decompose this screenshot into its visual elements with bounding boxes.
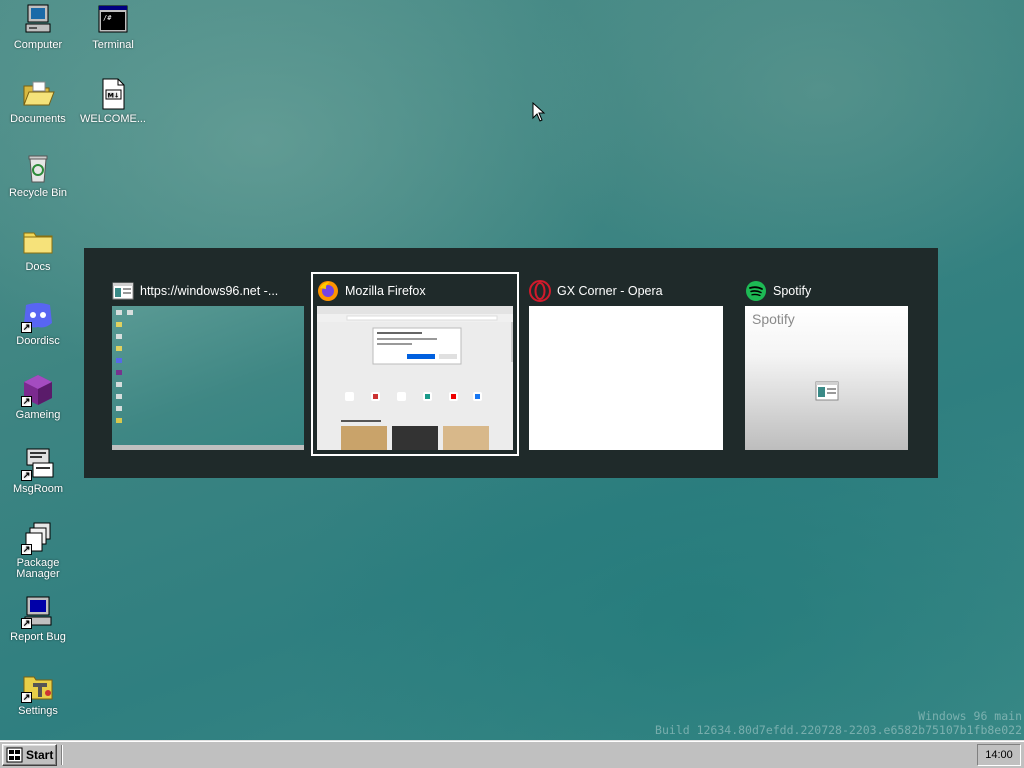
desktop-icon-label: Documents xyxy=(10,113,66,125)
window-icon xyxy=(112,280,134,302)
cube-icon: ↗ xyxy=(21,373,55,407)
task-title: Mozilla Firefox xyxy=(345,284,426,298)
shortcut-arrow-icon: ↗ xyxy=(21,544,32,555)
task-spotify[interactable]: Spotify Spotify xyxy=(739,272,914,456)
desktop-icon-label: Report Bug xyxy=(10,631,66,643)
task-title: Spotify xyxy=(773,284,812,298)
desktop-icon-gameing[interactable]: ↗ Gameing xyxy=(1,373,75,421)
open-folder-icon xyxy=(21,77,55,111)
watermark-line: Build 12634.80d7efdd.220728-2203.e6582b7… xyxy=(655,723,1022,737)
recycle-bin-icon xyxy=(21,151,55,185)
task-windows96[interactable]: https://windows96.net -... xyxy=(106,272,310,456)
task-title: https://windows96.net -... xyxy=(140,284,279,298)
build-watermark: Windows 96 main Build 12634.80d7efdd.220… xyxy=(655,709,1022,737)
task-preview-spotify: Spotify xyxy=(745,306,908,450)
task-preview-desktop xyxy=(112,306,304,450)
desktop-icon-label: Computer xyxy=(13,39,63,51)
desktop-icon-label: Gameing xyxy=(15,409,61,421)
desktop-icon-label: Docs xyxy=(25,261,51,273)
terminal-icon: /# xyxy=(96,3,130,37)
folder-icon xyxy=(21,225,55,259)
msgroom-icon: ↗ xyxy=(21,447,55,481)
task-opera[interactable]: GX Corner - Opera xyxy=(523,272,729,456)
taskbar-clock[interactable]: 14:00 xyxy=(977,744,1021,766)
task-header: Spotify xyxy=(745,280,908,302)
desktop-icon-package-manager[interactable]: ↗ Package Manager xyxy=(1,521,75,580)
task-header: https://windows96.net -... xyxy=(112,280,304,302)
task-header: GX Corner - Opera xyxy=(529,280,723,302)
shortcut-arrow-icon: ↗ xyxy=(21,618,32,629)
start-label: Start xyxy=(26,748,54,762)
firefox-icon xyxy=(317,280,339,302)
svg-text:M↓: M↓ xyxy=(108,92,120,100)
window-icon xyxy=(815,380,839,402)
opera-icon xyxy=(529,280,551,302)
desktop-icon-label: Terminal xyxy=(92,39,134,51)
taskbar: Start 14:00 xyxy=(0,740,1024,768)
desktop-icon-label: Settings xyxy=(18,705,58,717)
desktop-icon-docs[interactable]: Docs xyxy=(1,225,75,273)
desktop-icon-terminal[interactable]: /# Terminal xyxy=(76,3,150,51)
desktop-icon-computer[interactable]: Computer xyxy=(1,3,75,51)
computer-icon xyxy=(21,3,55,37)
desktop-icon-label: Package Manager xyxy=(16,557,60,580)
shortcut-arrow-icon: ↗ xyxy=(21,396,32,407)
settings-icon: ↗ xyxy=(21,669,55,703)
start-button[interactable]: Start xyxy=(2,744,57,766)
desktop-icon-welcome[interactable]: M↓ WELCOME... xyxy=(76,77,150,125)
package-manager-icon: ↗ xyxy=(21,521,55,555)
desktop-icon-report-bug[interactable]: ↗ Report Bug xyxy=(1,595,75,643)
task-header: Mozilla Firefox xyxy=(317,280,513,302)
start-logo-icon xyxy=(6,747,23,763)
spotify-preview-title: Spotify xyxy=(752,311,795,327)
watermark-line: Windows 96 main xyxy=(918,709,1022,723)
desktop-icon-recycle-bin[interactable]: Recycle Bin xyxy=(1,151,75,199)
desktop-icon-documents[interactable]: Documents xyxy=(1,77,75,125)
desktop-icon-doordisc[interactable]: ↗ Doordisc xyxy=(1,299,75,347)
desktop-icon-label: Doordisc xyxy=(16,335,60,347)
shortcut-arrow-icon: ↗ xyxy=(21,692,32,703)
mouse-cursor-icon xyxy=(532,102,546,122)
desktop-icon-label: MsgRoom xyxy=(12,483,64,495)
shortcut-arrow-icon: ↗ xyxy=(21,322,32,333)
task-title: GX Corner - Opera xyxy=(557,284,663,298)
spotify-icon xyxy=(745,280,767,302)
doordisc-icon: ↗ xyxy=(21,299,55,333)
report-bug-icon: ↗ xyxy=(21,595,55,629)
shortcut-arrow-icon: ↗ xyxy=(21,470,32,481)
task-switcher: https://windows96.net -... Mozilla Firef… xyxy=(84,248,938,478)
desktop-icon-msgroom[interactable]: ↗ MsgRoom xyxy=(1,447,75,495)
taskbar-divider xyxy=(61,745,63,765)
desktop-icon-label: Recycle Bin xyxy=(8,187,68,199)
task-preview-opera xyxy=(529,306,723,450)
markdown-file-icon: M↓ xyxy=(96,77,130,111)
task-firefox[interactable]: Mozilla Firefox xyxy=(311,272,519,456)
task-preview-firefox xyxy=(317,306,513,450)
svg-text:/#: /# xyxy=(103,14,112,22)
desktop-icon-label: WELCOME... xyxy=(79,113,146,125)
desktop-icon-settings[interactable]: ↗ Settings xyxy=(1,669,75,717)
